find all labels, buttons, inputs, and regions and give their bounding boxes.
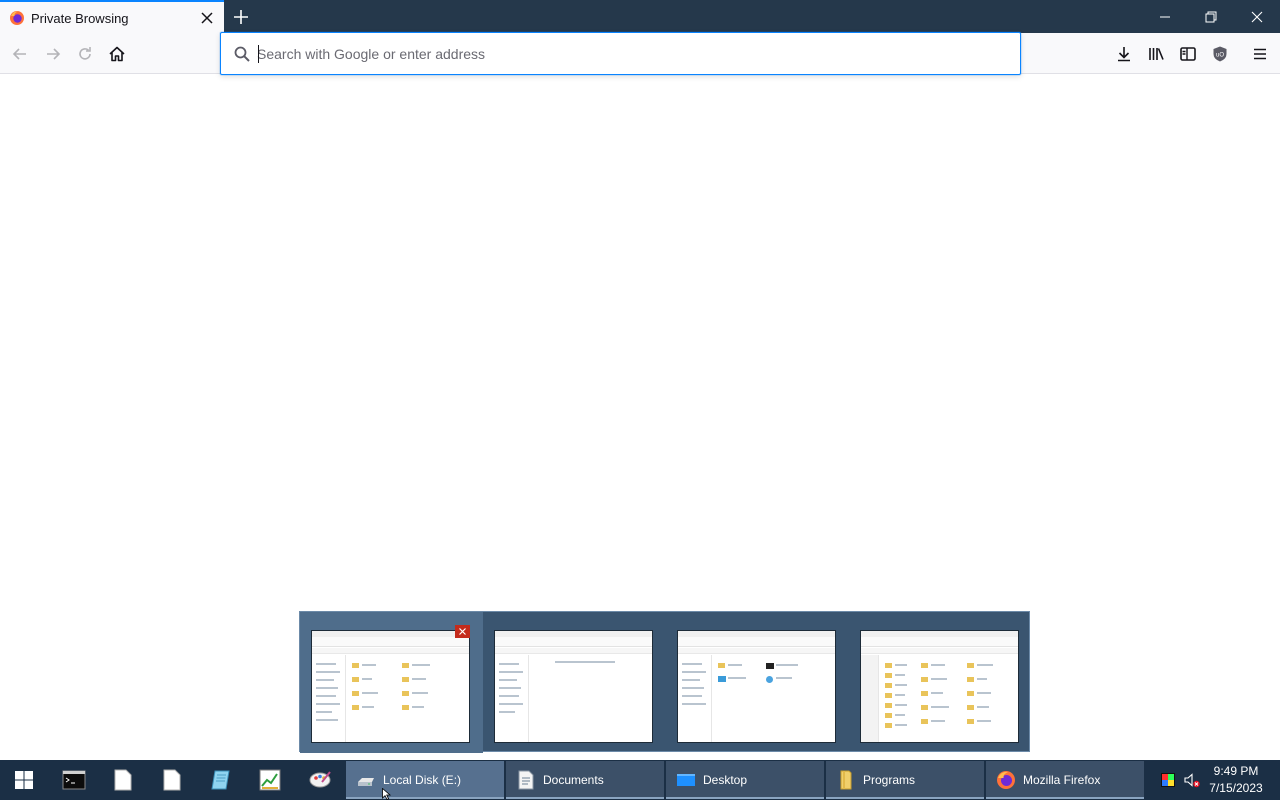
reload-button[interactable] bbox=[70, 39, 100, 69]
sidebar-button[interactable] bbox=[1173, 39, 1203, 69]
clock-time: 9:49 PM bbox=[1213, 764, 1259, 778]
task-label: Mozilla Firefox bbox=[1023, 773, 1101, 787]
restore-button[interactable] bbox=[1188, 0, 1234, 33]
windows-logo-icon bbox=[15, 771, 33, 789]
taskbar-desktop[interactable]: Desktop bbox=[666, 761, 824, 799]
close-preview-button[interactable] bbox=[455, 625, 470, 638]
task-label: Documents bbox=[543, 773, 604, 787]
firefox-icon bbox=[997, 771, 1015, 789]
mouse-cursor-icon bbox=[382, 788, 392, 800]
minimize-icon bbox=[1160, 16, 1170, 17]
folder-icon bbox=[840, 770, 852, 790]
task-label: Desktop bbox=[703, 773, 748, 787]
blank-file-icon bbox=[163, 769, 181, 791]
sidebar-icon bbox=[1180, 47, 1196, 61]
pinned-file-1[interactable] bbox=[99, 760, 147, 800]
thumbnail-programs[interactable] bbox=[849, 612, 1032, 753]
minimize-button[interactable] bbox=[1142, 0, 1188, 33]
url-input[interactable] bbox=[257, 43, 997, 65]
color-app-tray-icon[interactable] bbox=[1159, 771, 1177, 789]
thumbnail-image bbox=[311, 630, 470, 743]
tab-private-browsing[interactable]: Private Browsing bbox=[0, 0, 224, 33]
thumbnail-local-disk[interactable] bbox=[300, 612, 483, 753]
taskbar: Local Disk (E:) Documents Desktop Progra… bbox=[0, 760, 1280, 800]
menu-button[interactable] bbox=[1245, 39, 1275, 69]
ublock-button[interactable]: uO bbox=[1205, 39, 1235, 69]
home-icon bbox=[109, 46, 125, 62]
clock-date: 7/15/2023 bbox=[1209, 781, 1263, 795]
close-icon bbox=[1251, 11, 1263, 22]
library-icon bbox=[1149, 48, 1164, 60]
taskbar-local-disk[interactable]: Local Disk (E:) bbox=[346, 761, 504, 799]
downloads-button[interactable] bbox=[1109, 39, 1139, 69]
pinned-notepad[interactable] bbox=[197, 760, 245, 800]
document-folder-icon bbox=[518, 770, 534, 790]
system-clock[interactable]: 9:49 PM 7/15/2023 bbox=[1200, 763, 1272, 797]
blank-file-icon bbox=[114, 769, 132, 791]
start-button[interactable] bbox=[0, 760, 48, 800]
screen: Private Browsing uO Search with Google o… bbox=[0, 0, 1280, 800]
thumbnail-documents[interactable] bbox=[483, 612, 666, 753]
thumbnail-desktop[interactable] bbox=[666, 612, 849, 753]
close-icon bbox=[459, 628, 466, 635]
text-caret bbox=[258, 45, 259, 63]
hamburger-menu-icon bbox=[1254, 48, 1266, 60]
download-icon bbox=[1118, 47, 1130, 62]
pinned-paint[interactable] bbox=[296, 760, 344, 800]
taskbar-firefox[interactable]: Mozilla Firefox bbox=[986, 761, 1144, 799]
chart-app-icon bbox=[259, 769, 281, 791]
tab-title: Private Browsing bbox=[31, 11, 129, 26]
desktop-folder-icon bbox=[677, 774, 695, 786]
task-label: Local Disk (E:) bbox=[383, 773, 462, 787]
taskbar-thumbnail-preview bbox=[299, 611, 1032, 753]
volume-muted-icon[interactable] bbox=[1183, 771, 1201, 789]
pinned-file-2[interactable] bbox=[148, 760, 196, 800]
forward-button[interactable] bbox=[38, 39, 68, 69]
browser-titlebar: Private Browsing bbox=[0, 0, 1280, 33]
shield-icon: uO bbox=[1213, 46, 1227, 62]
thumbnail-image bbox=[860, 630, 1019, 743]
taskbar-documents[interactable]: Documents bbox=[506, 761, 664, 799]
taskbar-programs[interactable]: Programs bbox=[826, 761, 984, 799]
firefox-icon bbox=[10, 11, 24, 25]
drive-icon bbox=[358, 778, 374, 786]
pinned-task-manager[interactable] bbox=[246, 760, 294, 800]
library-button[interactable] bbox=[1141, 39, 1171, 69]
back-arrow-icon bbox=[12, 48, 26, 60]
restore-icon bbox=[1205, 11, 1217, 22]
paint-palette-icon bbox=[309, 771, 331, 788]
thumbnail-image bbox=[677, 630, 836, 743]
back-button[interactable] bbox=[5, 39, 35, 69]
terminal-icon bbox=[62, 770, 86, 790]
new-tab-icon[interactable] bbox=[230, 6, 252, 28]
url-bar[interactable] bbox=[220, 32, 1021, 75]
forward-arrow-icon bbox=[47, 48, 61, 60]
home-button[interactable] bbox=[102, 39, 132, 69]
pinned-terminal[interactable] bbox=[50, 760, 98, 800]
svg-text:uO: uO bbox=[1216, 53, 1224, 59]
close-tab-icon[interactable] bbox=[198, 9, 216, 27]
notepad-icon bbox=[211, 770, 230, 790]
close-window-button[interactable] bbox=[1234, 0, 1280, 33]
search-icon bbox=[234, 46, 250, 62]
reload-icon bbox=[79, 47, 91, 60]
thumbnail-image bbox=[494, 630, 653, 743]
task-label: Programs bbox=[863, 773, 916, 787]
